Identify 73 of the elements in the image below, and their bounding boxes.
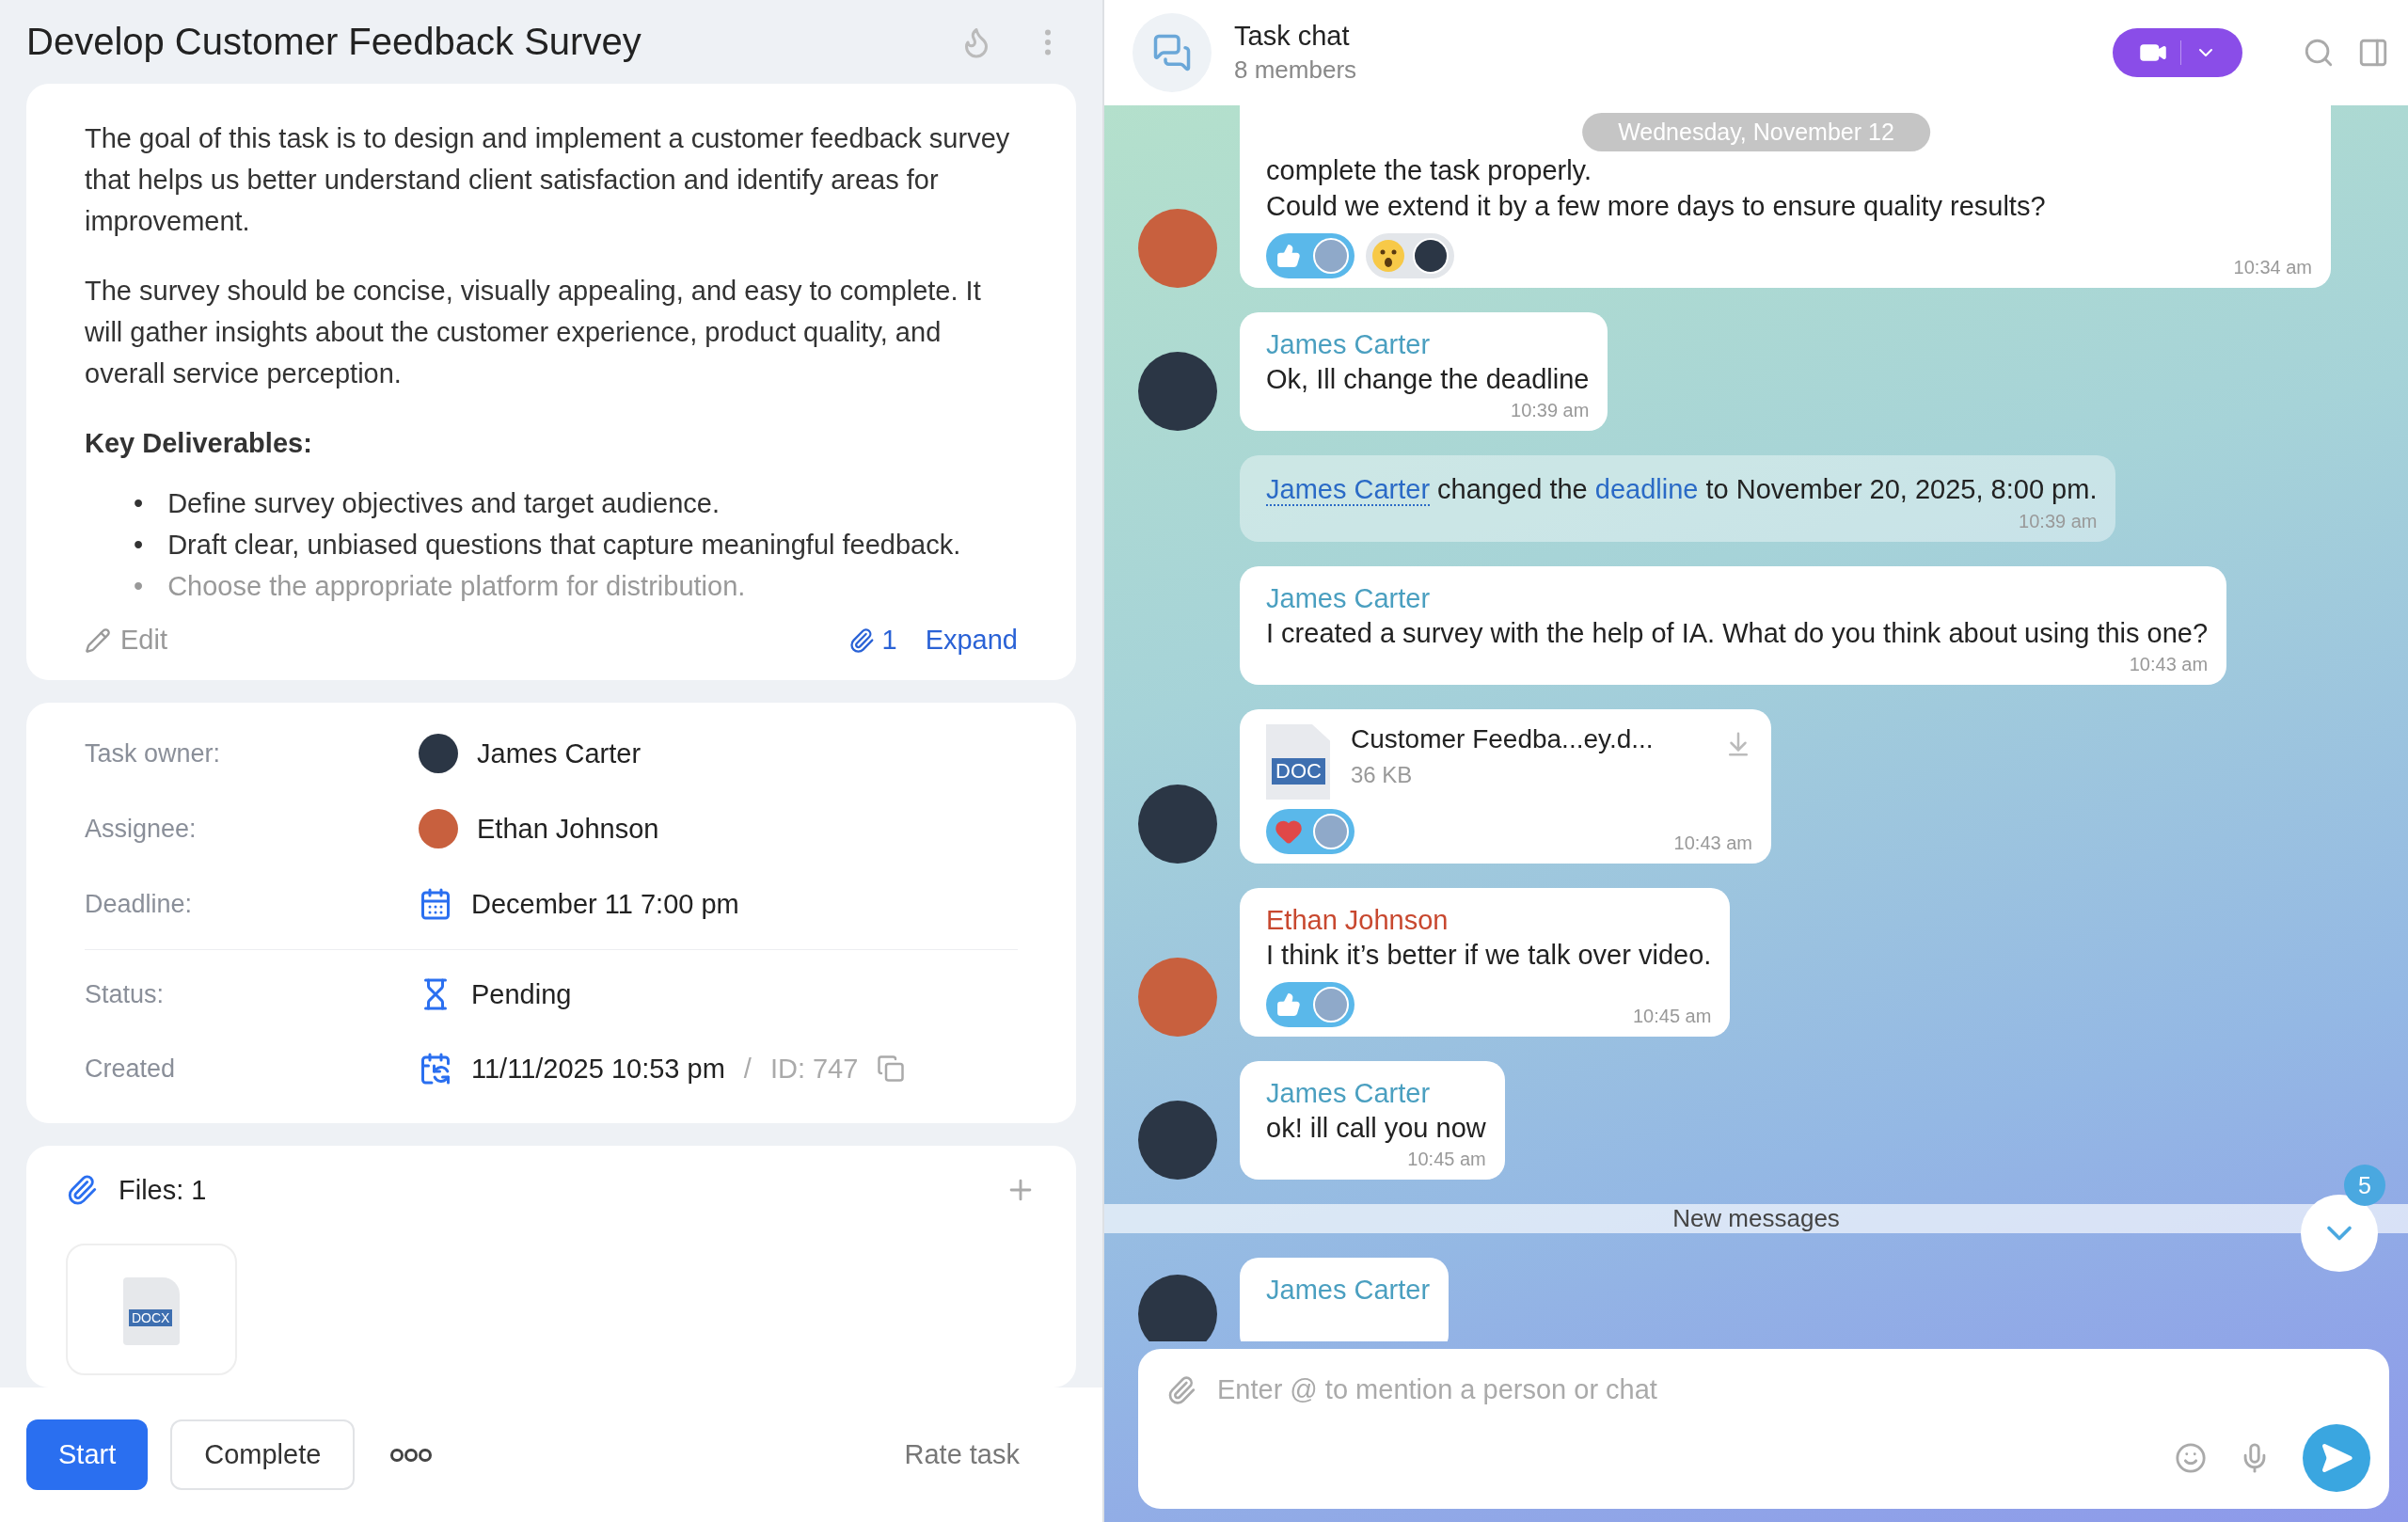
file-name: Customer Feedba...ey.d...: [1351, 724, 1654, 754]
description-paragraph: The survey should be concise, visually appealing, and easy to complete. It will gather insights about the customer experience, product quality, and overall service perception.: [85, 275, 982, 390]
surprised-face-icon: [1371, 239, 1405, 273]
sender-name: James Carter: [1266, 582, 1432, 615]
sender-name: Ethan Johnson: [1266, 904, 1450, 937]
expand-link[interactable]: Expand: [925, 625, 1018, 656]
field-label: Status:: [85, 979, 166, 1009]
bullet-marker: •: [134, 529, 144, 562]
start-button[interactable]: Start: [26, 1419, 149, 1490]
sender-name: James Carter: [1266, 1077, 1432, 1110]
chat-title: Task chat: [1234, 21, 1351, 52]
message-time: 10:43 am: [2128, 654, 2209, 675]
sender-name: James Carter: [1266, 1274, 1431, 1307]
paperclip-icon: [66, 1174, 98, 1206]
task-title: Develop Customer Feedback Survey: [26, 21, 642, 63]
complete-button[interactable]: Complete: [170, 1419, 356, 1490]
message-text: I created a survey with the help of IA. What do you think about using this one?: [1266, 617, 2209, 650]
file-thumbnail[interactable]: DOCX: [66, 1244, 237, 1375]
paperclip-icon[interactable]: [1166, 1374, 1196, 1405]
separator: /: [743, 1053, 752, 1085]
message-time: 10:45 am: [1631, 1006, 1712, 1027]
member-count: 8 members: [1234, 55, 1358, 85]
message-text: ok! ill call you now: [1266, 1112, 1486, 1145]
field-label: Assignee:: [85, 814, 198, 844]
field-value: Pending: [471, 978, 572, 1010]
files-title: Files: 1: [119, 1174, 208, 1206]
field-value: 11/11/2025 10:53 pm: [471, 1053, 725, 1085]
message-time: 10:43 am: [1672, 832, 1752, 854]
message-time: 10:45 am: [1406, 1149, 1486, 1170]
message-time: 10:34 am: [2232, 257, 2312, 278]
calendar-icon: [419, 887, 452, 921]
calendar-icon: [419, 1052, 452, 1086]
side-panel-icon[interactable]: [2357, 37, 2389, 69]
rate-task-link[interactable]: Rate task: [904, 1439, 1020, 1470]
message-text: Ok, Ill change the deadline: [1266, 363, 1590, 396]
message-text: I think it’s better if we talk over video.: [1266, 939, 1712, 972]
file-type-label: DOC: [1272, 758, 1325, 785]
description-paragraph: The goal of this task is to design and implement a customer feedback survey that helps us better understand client satisfaction and identify areas for improvement.: [85, 122, 1011, 238]
deliverable-item: Choose the appropriate platform for distribution.: [167, 570, 746, 603]
bullet-marker: •: [134, 570, 144, 603]
paperclip-icon: [848, 626, 875, 654]
event-text: James Carter changed the deadline to November 20, 2025, 8:00 pm.: [1266, 473, 2098, 508]
task-id: ID: 747: [769, 1053, 859, 1085]
deliverable-item: Define survey objectives and target audience.: [167, 487, 720, 520]
video-call-button[interactable]: [2113, 28, 2242, 77]
reaction-pill[interactable]: [1366, 233, 1454, 278]
field-value: James Carter: [477, 737, 642, 769]
pencil-icon: [85, 626, 111, 654]
new-messages-label: New messages: [1672, 1204, 1840, 1233]
field-value: December 11 7:00 pm: [471, 888, 739, 920]
deliverable-item: Draft clear, unbiased questions that capture meaningful feedback.: [167, 529, 961, 562]
section-heading: Key Deliverables:: [85, 427, 313, 460]
file-type-label: DOCX: [129, 1309, 173, 1326]
field-label: Task owner:: [85, 738, 222, 769]
file-size: 36 KB: [1351, 762, 1414, 788]
field-label: Created: [85, 1054, 177, 1084]
message-text: complete the task properly. Could we extend it by a few more days to ensure quality results?: [1266, 154, 2047, 223]
copy-icon[interactable]: [877, 1054, 906, 1083]
edit-link[interactable]: Edit: [85, 625, 848, 656]
send-icon: [2320, 1441, 2353, 1475]
bullet-marker: •: [134, 487, 144, 520]
message-time: 10:39 am: [2018, 511, 2098, 532]
unread-badge: 5: [2344, 1165, 2385, 1206]
user-link[interactable]: James Carter: [1266, 474, 1431, 506]
field-value: Ethan Johnson: [477, 813, 659, 845]
search-icon[interactable]: [2303, 37, 2335, 69]
field-label: Deadline:: [85, 889, 194, 919]
deadline-link[interactable]: deadline: [1594, 474, 1699, 504]
sender-name: James Carter: [1266, 328, 1432, 361]
message-time: 10:39 am: [1510, 400, 1590, 421]
more-icon[interactable]: [390, 1447, 433, 1463]
emoji-icon[interactable]: [2175, 1442, 2207, 1474]
attachment-count[interactable]: 1: [848, 625, 897, 656]
